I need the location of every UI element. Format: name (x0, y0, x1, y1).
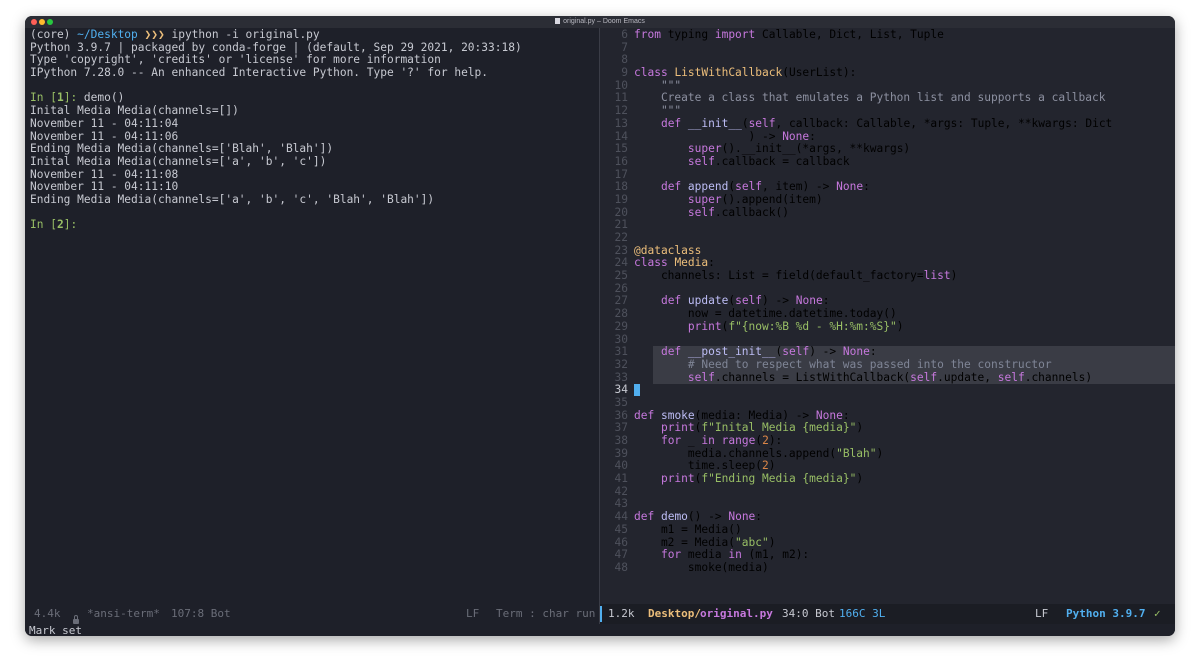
in-prompt-number: 1 (56, 91, 64, 105)
line-number: 38 (614, 434, 628, 447)
active-window-indicator (600, 606, 602, 622)
code-line: 41 print(f"Ending Media {media}") (600, 472, 1175, 486)
buffer-directory: Desktop/ (648, 607, 701, 620)
code-line: 9 class ListWithCallback(UserList): (600, 66, 1175, 80)
terminal-output[interactable]: (core) ~/Desktop ❯❯❯ ipython -i original… (30, 28, 522, 232)
in-command: demo() (83, 91, 125, 105)
cursor-position: 107:8 Bot (171, 607, 231, 620)
code-line: 20 self.callback() (600, 206, 1175, 220)
line-number: 22 (614, 231, 628, 244)
buffer-size: 1.2k (608, 607, 635, 620)
line-number: 32 (614, 357, 628, 371)
major-mode[interactable]: Term : char run (496, 604, 595, 624)
selection-info: 166C 3L (839, 607, 886, 620)
code-line: 16 self.callback = callback (600, 154, 1175, 169)
python-version[interactable]: Python 3.9.7 (1066, 604, 1145, 624)
line-number: 25 (614, 269, 628, 283)
buffer-name[interactable]: *ansi-term* (87, 604, 160, 624)
minimize-window-button[interactable] (39, 19, 45, 25)
zoom-window-button[interactable] (47, 19, 53, 25)
buffer-size: 4.4k (34, 607, 61, 620)
line-number: 45 (614, 522, 628, 536)
in-prompt-number: 2 (56, 218, 64, 232)
terminal-prompt-line: (core) ~/Desktop ❯❯❯ ipython -i original… (30, 28, 522, 42)
terminal-modeline[interactable]: 4.4k *ansi-term* 107:8 Bot LF Term : cha… (25, 604, 599, 624)
terminal-line: Ending Media Media(channels=['a', 'b', '… (30, 192, 435, 206)
eol-indicator[interactable]: LF (1035, 604, 1048, 624)
code-line-selected: 33 self.channels = ListWithCallback(self… (615, 371, 1175, 385)
line-number: 16 (614, 154, 628, 168)
code-line: 47 for media in (m1, m2): (600, 548, 1175, 562)
minibuffer[interactable]: Mark set (25, 624, 1175, 636)
line-number: 35 (614, 395, 628, 409)
code-line: 38 for _ in range(2): (600, 434, 1175, 448)
line-number: 7 (621, 40, 628, 54)
code-line: 6 from typing import Callable, Dict, List… (600, 28, 1175, 42)
close-window-button[interactable] (31, 19, 37, 25)
terminal-line: Inital Media Media(channels=[]) (30, 104, 239, 118)
title-bar: original.py – Doom Emacs (25, 16, 1175, 28)
buffer-file-name[interactable]: original.py (700, 604, 773, 624)
line-number: 29 (614, 319, 628, 333)
prompt-path: ~/Desktop (77, 28, 138, 41)
editor-pane[interactable]: 6 from typing import Callable, Dict, List… (600, 28, 1175, 604)
check-icon[interactable]: ✓ (1154, 604, 1161, 624)
editor-modeline[interactable]: 1.2k Desktop/ original.py 34:0 Bot 166C … (600, 604, 1175, 624)
line-number: 47 (614, 548, 628, 562)
code-line: 45 m1 = Media() (600, 522, 1175, 537)
line-number: 41 (614, 472, 628, 486)
code-line: 11 Create a class that emulates a Python… (600, 92, 1175, 105)
in-prompt-close: ]: (63, 91, 84, 105)
eol-indicator[interactable]: LF (466, 604, 479, 624)
in-prompt-label: In [ (30, 91, 57, 105)
prompt-arrows: ❯❯❯ (137, 28, 172, 41)
text-cursor (634, 384, 640, 397)
prompt-user: (core) (30, 28, 78, 41)
prompt-command: ipython -i original.py (171, 28, 320, 41)
code-line-current: 34 (600, 384, 1175, 397)
code-line: 19 super().append(item) (600, 192, 1175, 207)
code-line: 42 (600, 485, 1175, 499)
terminal-line: Inital Media Media(channels=['a', 'b', '… (30, 154, 327, 168)
line-number: 13 (614, 116, 628, 130)
code-line: 12 """ (600, 104, 1175, 118)
line-number: 8 (621, 53, 628, 67)
code-line: 15 super().__init__(*args, **kwargs) (600, 142, 1175, 156)
line-number: 6 (621, 28, 628, 41)
code-line: 7 (600, 40, 1175, 55)
code-line: 13 def __init__(self, callback: Callable… (600, 116, 1175, 131)
line-number: 9 (621, 66, 628, 80)
line-number: 19 (614, 192, 628, 206)
cursor-position: 34:0 Bot (782, 607, 835, 620)
line-number: 12 (614, 104, 628, 118)
ipython-in2-line: In [2]: (30, 218, 522, 232)
in-prompt-label: In [ (30, 218, 57, 232)
code-line: 44 def demo() -> None: (600, 510, 1175, 524)
terminal-line: November 11 - 04:11:04 (30, 116, 179, 130)
code-line: 48 smoke(media) (600, 560, 1175, 575)
line-number: 15 (614, 142, 628, 156)
code-line: 21 (600, 219, 1175, 232)
code-line: 29 print(f"{now:%B %d - %H:%m:%S}") (600, 319, 1175, 334)
file-icon (555, 18, 561, 25)
terminal-line: IPython 7.28.0 -- An enhanced Interactiv… (30, 66, 489, 80)
code-area[interactable]: 6 from typing import Callable, Dict, List… (600, 28, 1175, 575)
in-prompt-close: ]: (63, 218, 84, 232)
window-title: original.py – Doom Emacs (563, 18, 645, 25)
line-number: 48 (614, 560, 628, 574)
line-number: 31 (614, 345, 628, 359)
terminal-pane[interactable]: (core) ~/Desktop ❯❯❯ ipython -i original… (25, 28, 599, 604)
terminal-line: Ending Media Media(channels=['Blah', 'Bl… (30, 142, 334, 156)
code-line: 25 channels: List = field(default_factor… (600, 269, 1175, 283)
line-number: 28 (614, 307, 628, 321)
line-number: 44 (614, 510, 628, 524)
emacs-window: original.py – Doom Emacs (core) ~/Deskto… (25, 16, 1175, 636)
minibuffer-message: Mark set (29, 624, 82, 636)
